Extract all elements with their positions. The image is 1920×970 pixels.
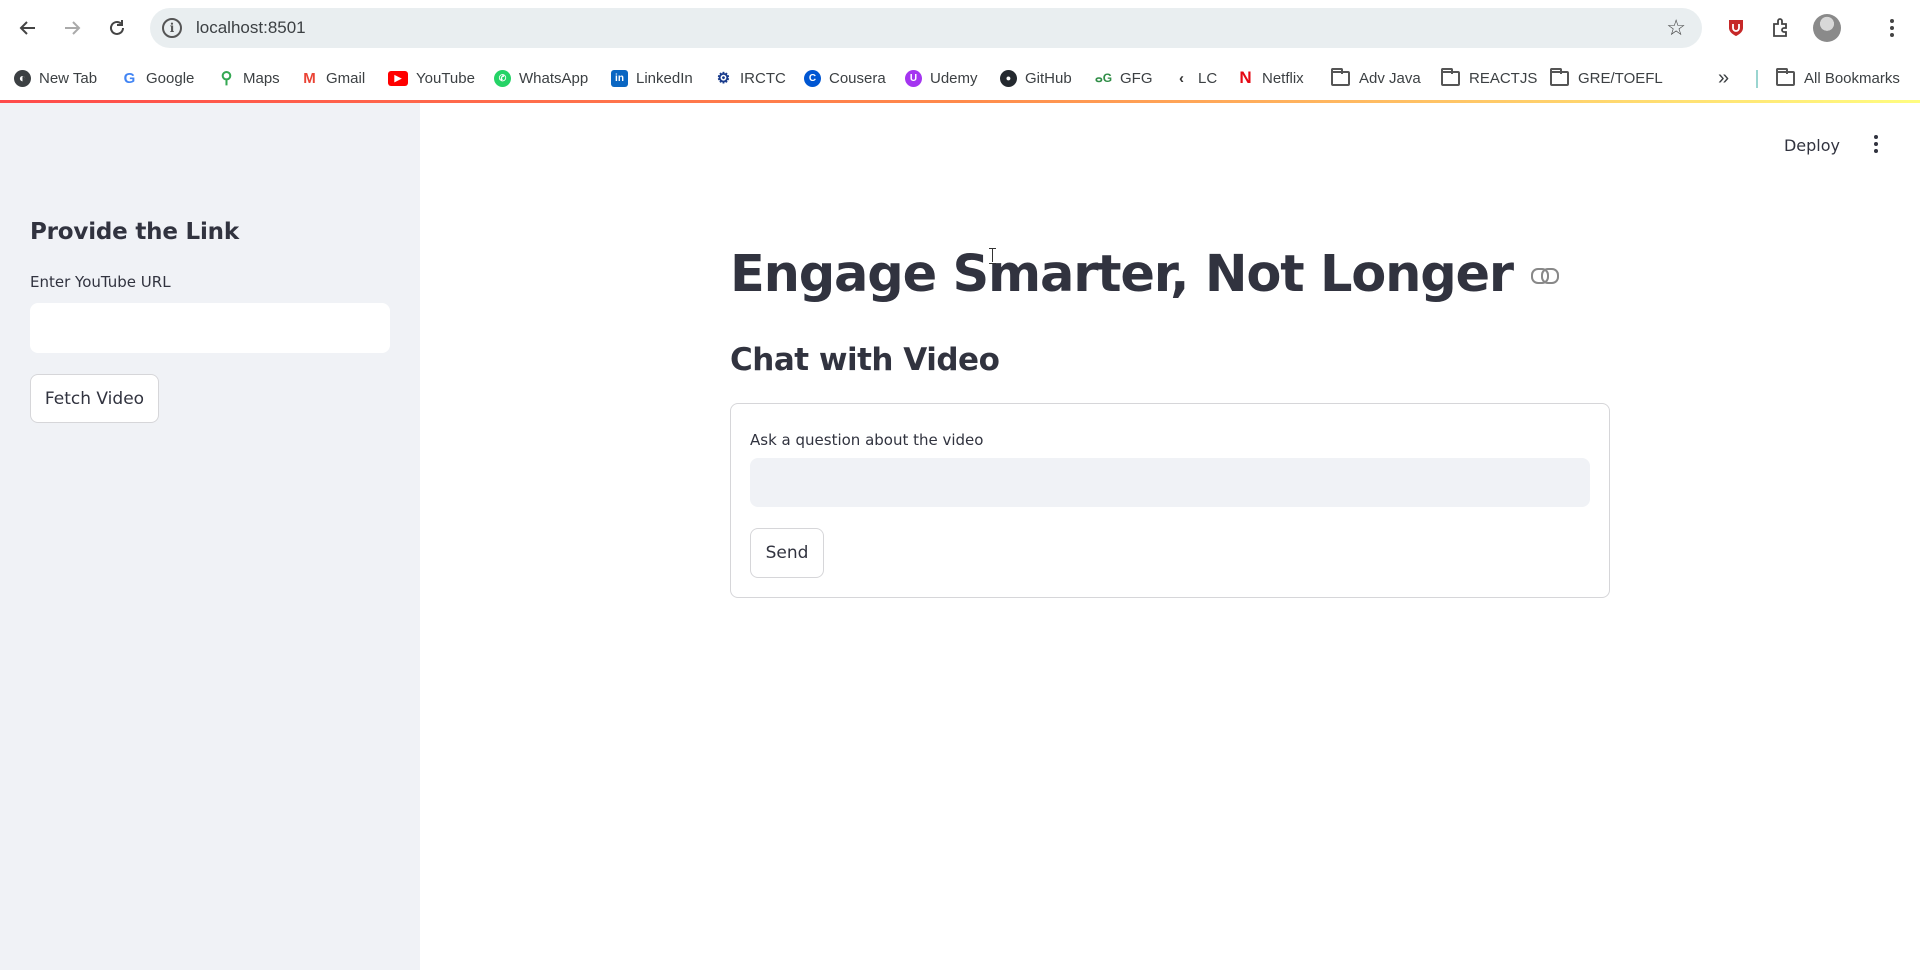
page-subtitle: Chat with Video xyxy=(730,342,1000,378)
youtube-icon: ▶ xyxy=(388,70,408,86)
google-icon: G xyxy=(123,69,136,87)
folder-icon xyxy=(1441,67,1460,86)
bookmark-label: LinkedIn xyxy=(636,69,693,87)
bookmark-label: WhatsApp xyxy=(519,69,589,87)
bookmark-folder-gre-toefl[interactable]: GRE/TOEFL xyxy=(1550,66,1663,90)
bookmark-new-tab[interactable]: ◐ New Tab xyxy=(14,66,97,90)
extensions-puzzle-icon[interactable] xyxy=(1767,14,1795,42)
question-input[interactable] xyxy=(750,458,1590,507)
folder-icon xyxy=(1550,67,1569,86)
bookmark-youtube[interactable]: ▶ YouTube xyxy=(388,66,475,90)
send-button[interactable]: Send xyxy=(750,528,824,578)
bookmarks-bar: ◐ New Tab G Google ⚲ Maps M Gmail ▶ YouTube ✆… xyxy=(0,56,1920,100)
browser-menu-icon[interactable] xyxy=(1878,14,1906,42)
maps-icon: ⚲ xyxy=(220,70,233,87)
bookmark-label: Netflix xyxy=(1262,69,1304,87)
reload-icon[interactable] xyxy=(101,12,133,44)
question-label: Ask a question about the video xyxy=(750,431,984,449)
bookmark-label: Adv Java xyxy=(1359,69,1421,87)
bookmark-label: GitHub xyxy=(1025,69,1072,87)
site-info-icon[interactable]: i xyxy=(162,18,182,38)
address-bar[interactable]: i localhost:8501 ☆ xyxy=(150,8,1702,48)
bookmark-leetcode[interactable]: ‹ LC xyxy=(1173,66,1217,90)
bookmark-label: LC xyxy=(1198,69,1218,87)
main-content: Deploy Engage Smarter, Not Longer Chat w… xyxy=(420,103,1920,970)
gmail-icon: M xyxy=(303,69,316,87)
fetch-video-button[interactable]: Fetch Video xyxy=(30,374,159,423)
back-icon[interactable] xyxy=(12,12,44,44)
bookmark-coursera[interactable]: C Cousera xyxy=(804,66,886,90)
main-menu-icon[interactable] xyxy=(1872,132,1880,156)
bookmark-label: New Tab xyxy=(39,69,98,87)
page-title: Engage Smarter, Not Longer xyxy=(730,245,1514,304)
bookmark-label: REACTJS xyxy=(1469,69,1538,87)
bookmark-label: Cousera xyxy=(829,69,886,87)
bookmark-label: Gmail xyxy=(326,69,366,87)
bookmark-label: YouTube xyxy=(416,69,475,87)
sidebar-heading: Provide the Link xyxy=(30,219,239,245)
github-icon: ● xyxy=(1000,69,1017,87)
bookmark-netflix[interactable]: N Netflix xyxy=(1237,66,1304,90)
bookmark-udemy[interactable]: U Udemy xyxy=(905,66,978,90)
netflix-icon: N xyxy=(1239,68,1252,87)
folder-icon xyxy=(1331,67,1350,86)
bookmark-label: Google xyxy=(146,69,195,87)
text-cursor-icon xyxy=(989,248,997,264)
bookmark-maps[interactable]: ⚲ Maps xyxy=(218,66,280,90)
deploy-button[interactable]: Deploy xyxy=(1784,136,1840,155)
udemy-icon: U xyxy=(905,69,922,87)
question-form: Ask a question about the video Send xyxy=(730,403,1610,598)
bookmark-label: Udemy xyxy=(930,69,978,87)
youtube-url-input[interactable] xyxy=(30,303,390,353)
bookmark-gmail[interactable]: M Gmail xyxy=(301,66,365,90)
coursera-icon: C xyxy=(804,69,821,87)
bookmarks-overflow-chevron-icon[interactable]: » xyxy=(1718,66,1729,90)
bookmark-whatsapp[interactable]: ✆ WhatsApp xyxy=(494,66,588,90)
folder-icon xyxy=(1776,67,1795,86)
bookmark-gfg[interactable]: ⴰG GFG xyxy=(1095,66,1153,90)
bookmark-star-icon[interactable]: ☆ xyxy=(1666,15,1686,41)
bookmark-irctc[interactable]: ⚙ IRCTC xyxy=(715,66,786,90)
bookmark-label: GRE/TOEFL xyxy=(1578,69,1663,87)
whatsapp-icon: ✆ xyxy=(494,69,511,87)
all-bookmarks-folder[interactable]: All Bookmarks xyxy=(1776,66,1900,90)
bookmark-google[interactable]: G Google xyxy=(121,66,195,90)
bookmark-label: Maps xyxy=(243,69,280,87)
bookmark-label: All Bookmarks xyxy=(1804,69,1900,87)
bookmark-label: IRCTC xyxy=(740,69,786,87)
bookmarks-divider xyxy=(1756,70,1758,88)
profile-avatar[interactable] xyxy=(1813,14,1841,42)
irctc-icon: ⚙ xyxy=(716,70,731,87)
youtube-url-label: Enter YouTube URL xyxy=(30,273,171,291)
browser-toolbar: i localhost:8501 ☆ xyxy=(0,0,1920,56)
gfg-icon: ⴰG xyxy=(1094,71,1113,85)
sidebar: Provide the Link Enter YouTube URL Fetch… xyxy=(0,103,420,970)
anchor-link-icon[interactable] xyxy=(1530,267,1559,284)
leetcode-icon: ‹ xyxy=(1179,69,1184,87)
address-url[interactable]: localhost:8501 xyxy=(196,18,306,38)
bookmark-label: GFG xyxy=(1120,69,1153,87)
bookmark-folder-reactjs[interactable]: REACTJS xyxy=(1441,66,1537,90)
bookmark-linkedin[interactable]: in LinkedIn xyxy=(611,66,693,90)
linkedin-icon: in xyxy=(611,69,628,87)
bookmark-folder-adv-java[interactable]: Adv Java xyxy=(1331,66,1421,90)
forward-icon[interactable] xyxy=(56,12,88,44)
bookmark-github[interactable]: ● GitHub xyxy=(1000,66,1072,90)
page-title-row: Engage Smarter, Not Longer xyxy=(730,245,1559,304)
extension-shield-icon[interactable] xyxy=(1722,14,1750,42)
globe-icon: ◐ xyxy=(14,69,31,87)
